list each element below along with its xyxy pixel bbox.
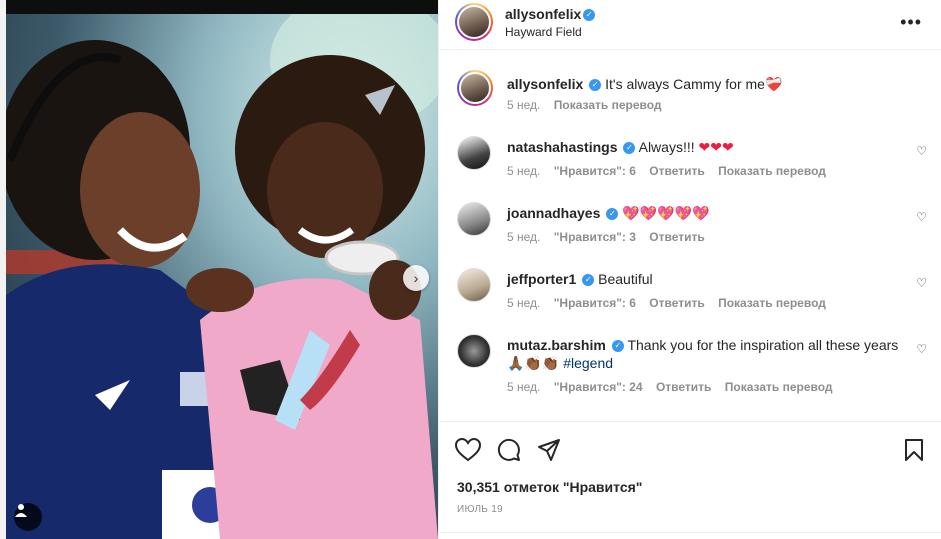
photo-illustration: [0, 0, 438, 539]
translate-link[interactable]: Показать перевод: [725, 380, 833, 394]
reply-button[interactable]: Ответить: [656, 380, 711, 394]
verified-badge-icon: ✓: [589, 79, 602, 92]
comment-time[interactable]: 5 нед.: [507, 164, 540, 178]
comment-likes[interactable]: "Нравится": 6: [554, 296, 636, 310]
comment-meta: 5 нед. "Нравится": 6 Ответить Показать п…: [507, 164, 836, 178]
like-count[interactable]: 30,351 отметок "Нравится": [457, 479, 642, 495]
verified-badge-icon: ✓: [606, 208, 619, 221]
comment-time[interactable]: 5 нед.: [507, 230, 540, 244]
translate-link[interactable]: Показать перевод: [718, 164, 826, 178]
comment-body: Thank you for the inspiration all these …: [627, 337, 899, 353]
comment-item: natashahastings ✓ Always!!! ❤❤❤ 5 нед. "Н…: [457, 136, 927, 182]
heart-emoji: ❤️‍🩹: [764, 76, 783, 92]
comment-username[interactable]: joannadhayes: [507, 205, 600, 221]
chevron-right-icon[interactable]: ›: [403, 265, 429, 291]
caption-time[interactable]: 5 нед.: [507, 98, 540, 112]
hashtag-link[interactable]: #legend: [563, 355, 613, 371]
more-options-icon[interactable]: •••: [900, 12, 922, 33]
comment-username[interactable]: mutaz.barshim: [507, 337, 606, 353]
like-comment-heart-icon[interactable]: ♡: [916, 342, 927, 356]
comment-likes[interactable]: "Нравится": 3: [554, 230, 636, 244]
comment-username[interactable]: jeffporter1: [507, 271, 576, 287]
verified-badge-icon: ✓: [583, 8, 596, 21]
comment-body: Always!!!: [638, 139, 695, 155]
comment-likes[interactable]: "Нравится": 24: [554, 380, 643, 394]
comment-body: Beautiful: [598, 271, 653, 287]
caption-username[interactable]: allysonfelix: [507, 76, 583, 92]
author-username[interactable]: allysonfelix: [505, 6, 581, 22]
add-comment-bar[interactable]: [439, 532, 941, 539]
post-location[interactable]: Hayward Field: [505, 25, 582, 39]
verified-badge-icon: ✓: [611, 340, 624, 353]
caption-body: It's always Cammy for me: [605, 76, 765, 92]
like-comment-heart-icon[interactable]: ♡: [916, 210, 927, 224]
commenter-avatar[interactable]: [457, 334, 491, 368]
comment-item: jeffporter1 ✓ Beautiful 5 нед. "Нравится"…: [457, 268, 927, 314]
comment-text: mutaz.barshim ✓ Thank you for the inspira…: [507, 336, 902, 372]
translate-link[interactable]: Показать перевод: [718, 296, 826, 310]
comment-emoji: 💖💖💖💖💖: [622, 205, 710, 221]
caption-meta: 5 нед. Показать перевод: [507, 98, 672, 112]
verified-badge-icon: ✓: [623, 142, 636, 155]
post-photo[interactable]: ›: [0, 0, 438, 539]
comment-likes[interactable]: "Нравится": 6: [554, 164, 636, 178]
comment-meta: 5 нед. "Нравится": 3 Ответить: [507, 230, 715, 244]
post-actions: 30,351 отметок "Нравится" ИЮЛЬ 19: [439, 421, 941, 539]
comment-text: joannadhayes ✓ 💖💖💖💖💖: [507, 204, 902, 222]
commenter-avatar[interactable]: [457, 202, 491, 236]
reply-button[interactable]: Ответить: [649, 164, 704, 178]
heart-icon[interactable]: [454, 437, 482, 467]
comment-item: mutaz.barshim ✓ Thank you for the inspira…: [457, 334, 927, 400]
comment-text: jeffporter1 ✓ Beautiful: [507, 270, 902, 288]
comment-item: joannadhayes ✓ 💖💖💖💖💖 5 нед. "Нравится": 3…: [457, 202, 927, 248]
comment-emoji: 🙏🏾👏🏾👏🏾: [507, 355, 560, 371]
translate-link[interactable]: Показать перевод: [554, 98, 662, 112]
post-header: allysonfelix ✓ Hayward Field •••: [439, 0, 941, 50]
comment-time[interactable]: 5 нед.: [507, 296, 540, 310]
commenter-avatar[interactable]: [457, 268, 491, 302]
verified-badge-icon: ✓: [582, 274, 595, 287]
author-avatar[interactable]: [457, 70, 493, 106]
comment-username[interactable]: natashahastings: [507, 139, 617, 155]
comment-time[interactable]: 5 нед.: [507, 380, 540, 394]
comment-emoji: ❤❤❤: [698, 139, 734, 155]
photo-left-strip: [0, 0, 6, 539]
bookmark-icon[interactable]: [904, 438, 924, 467]
post-date: ИЮЛЬ 19: [457, 504, 503, 515]
like-comment-heart-icon[interactable]: ♡: [916, 276, 927, 290]
reply-button[interactable]: Ответить: [649, 296, 704, 310]
photo-top-bar: [0, 0, 438, 14]
like-comment-heart-icon[interactable]: ♡: [916, 144, 927, 158]
comment-meta: 5 нед. "Нравится": 24 Ответить Показать …: [507, 380, 843, 394]
caption-text: allysonfelix ✓ It's always Cammy for me❤️…: [507, 75, 902, 93]
user-tag-icon[interactable]: [14, 503, 42, 531]
share-icon[interactable]: [537, 438, 561, 467]
post-caption: allysonfelix ✓ It's always Cammy for me❤️…: [457, 70, 927, 118]
author-avatar[interactable]: [455, 3, 493, 41]
reply-button[interactable]: Ответить: [649, 230, 704, 244]
comment-text: natashahastings ✓ Always!!! ❤❤❤: [507, 138, 902, 156]
commenter-avatar[interactable]: [457, 136, 491, 170]
comment-icon[interactable]: [497, 438, 521, 467]
post-side-panel: allysonfelix ✓ Hayward Field ••• allysonf…: [438, 0, 941, 539]
comment-meta: 5 нед. "Нравится": 6 Ответить Показать п…: [507, 296, 836, 310]
